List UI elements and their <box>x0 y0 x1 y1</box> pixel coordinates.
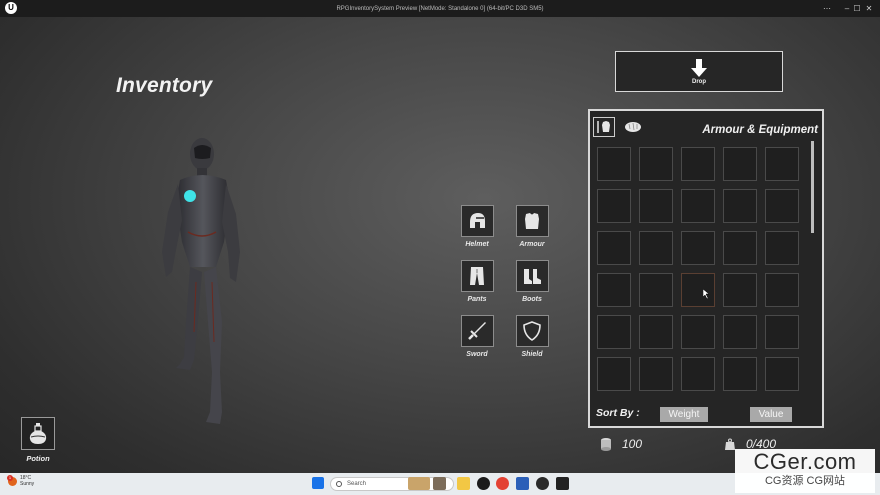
food-tab-icon <box>625 122 641 132</box>
tab-equipment[interactable] <box>593 117 615 137</box>
inventory-cell[interactable] <box>681 357 715 391</box>
inventory-cell[interactable] <box>765 357 799 391</box>
inventory-title: Inventory <box>116 74 213 97</box>
chrome-icon[interactable] <box>496 477 509 490</box>
inventory-cell[interactable] <box>723 147 757 181</box>
potion-icon <box>29 422 47 444</box>
inventory-cell[interactable] <box>639 231 673 265</box>
equip-slot-boots[interactable]: Boots <box>515 260 549 303</box>
equipment-tab-icon <box>597 121 610 133</box>
drop-button[interactable]: Drop <box>615 51 783 92</box>
helmet-icon <box>470 213 485 228</box>
inventory-cell[interactable] <box>639 357 673 391</box>
equip-slot-label: Armour <box>519 241 545 248</box>
drop-button-label: Drop <box>692 78 706 85</box>
shield-icon <box>523 321 541 341</box>
equip-slot-label: Pants <box>467 296 487 303</box>
inventory-cell[interactable] <box>639 273 673 307</box>
inventory-panel: Armour & Equipment Sort By : Weight Valu… <box>588 109 824 428</box>
search-placeholder: Search <box>347 481 367 487</box>
sword-slot-box[interactable] <box>460 315 494 347</box>
app-icon[interactable] <box>536 477 549 490</box>
equip-slot-sword[interactable]: Sword <box>460 315 494 358</box>
coins-icon <box>601 438 611 451</box>
shield-slot-box[interactable] <box>515 315 549 347</box>
windows-start-icon[interactable] <box>312 477 324 489</box>
inventory-cell[interactable] <box>597 273 631 307</box>
inventory-cell[interactable] <box>723 315 757 349</box>
search-highlight-icon <box>408 477 430 490</box>
inventory-cell[interactable] <box>639 315 673 349</box>
inventory-cell[interactable] <box>597 315 631 349</box>
equip-slot-label: Sword <box>466 351 488 358</box>
sort-by-label: Sort By : <box>596 407 640 419</box>
equip-slot-label: Helmet <box>465 241 489 248</box>
pants-slot-box[interactable] <box>460 260 494 292</box>
arrow-down-icon <box>691 58 707 77</box>
inventory-cell[interactable] <box>765 231 799 265</box>
inventory-cell[interactable] <box>765 147 799 181</box>
notification-badge: 1 <box>7 475 13 481</box>
window-more-button[interactable]: ⋯ <box>816 0 838 17</box>
inventory-cell[interactable] <box>723 231 757 265</box>
search-icon <box>336 481 342 487</box>
character-preview <box>162 138 240 424</box>
gold-value: 100 <box>622 437 643 451</box>
taskview-icon[interactable] <box>433 477 446 490</box>
chest-reactor-icon <box>184 190 196 202</box>
inventory-cell[interactable] <box>723 357 757 391</box>
inventory-cell[interactable] <box>723 189 757 223</box>
inventory-cell[interactable] <box>597 231 631 265</box>
tab-consumables[interactable] <box>622 117 644 137</box>
inventory-cell[interactable] <box>639 189 673 223</box>
inventory-cell[interactable] <box>681 189 715 223</box>
equip-slot-pants[interactable]: Pants <box>460 260 494 303</box>
sort-value-button[interactable]: Value <box>750 407 792 422</box>
equip-slot-label: Boots <box>522 296 542 303</box>
window-close-button[interactable]: ✕ <box>858 0 880 17</box>
equip-slot-armour[interactable]: Armour <box>515 205 549 248</box>
equip-slot-shield[interactable]: Shield <box>515 315 549 358</box>
equip-slot-label: Shield <box>521 351 543 358</box>
quick-slot-label: Potion <box>26 454 50 463</box>
inventory-cell[interactable] <box>597 189 631 223</box>
inventory-cell[interactable] <box>681 147 715 181</box>
inventory-cell[interactable] <box>681 231 715 265</box>
quick-slot-potion[interactable]: Potion <box>21 417 55 463</box>
pants-icon <box>470 267 484 285</box>
inventory-cell[interactable] <box>597 357 631 391</box>
inventory-cell[interactable] <box>765 315 799 349</box>
inventory-cell[interactable] <box>597 147 631 181</box>
inventory-cell[interactable] <box>765 189 799 223</box>
gold-stat: 100 <box>600 437 642 451</box>
inventory-cell[interactable] <box>723 273 757 307</box>
unreal-logo-icon: U <box>5 2 17 14</box>
sort-weight-button[interactable]: Weight <box>660 407 708 422</box>
unreal-engine-icon[interactable] <box>477 477 490 490</box>
weather-desc: Sunny <box>20 481 35 487</box>
equip-slot-helmet[interactable]: Helmet <box>460 205 494 248</box>
boots-slot-box[interactable] <box>515 260 549 292</box>
inventory-scrollbar[interactable] <box>811 141 814 233</box>
inventory-cell[interactable] <box>639 147 673 181</box>
sword-icon <box>468 322 486 340</box>
window-titlebar: U RPGInventorySystem Preview [NetMode: S… <box>0 0 880 17</box>
inventory-grid <box>597 147 807 405</box>
armour-icon <box>525 213 539 229</box>
inventory-cell[interactable] <box>765 273 799 307</box>
watermark-line1: CGer.com <box>753 449 857 474</box>
watermark: CGer.com CG资源 CG网站 <box>735 449 875 493</box>
helmet-slot-box[interactable] <box>460 205 494 237</box>
word-icon[interactable] <box>516 477 529 490</box>
boots-icon <box>524 269 541 284</box>
file-explorer-icon[interactable] <box>457 477 470 490</box>
window-title: RPGInventorySystem Preview [NetMode: Sta… <box>336 5 544 12</box>
inventory-cell[interactable] <box>681 315 715 349</box>
armour-slot-box[interactable] <box>515 205 549 237</box>
panel-heading: Armour & Equipment <box>702 124 818 136</box>
epic-games-icon[interactable] <box>556 477 569 490</box>
watermark-line2: CG资源 CG网站 <box>764 475 846 487</box>
potion-slot-box[interactable] <box>21 417 55 450</box>
mouse-cursor-icon <box>703 289 710 299</box>
